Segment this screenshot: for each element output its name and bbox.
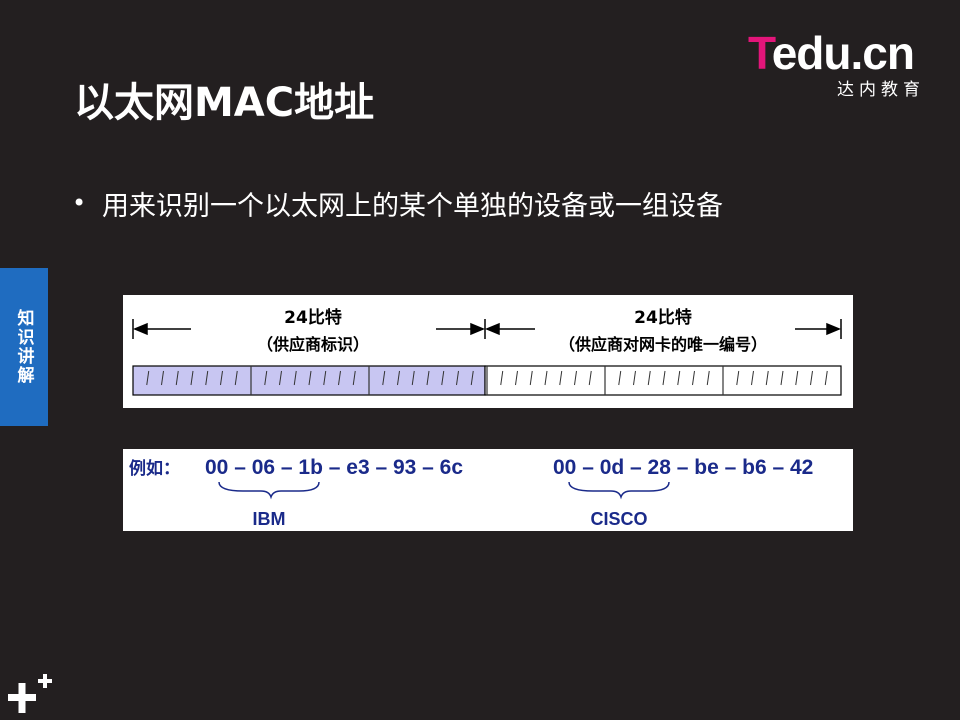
plus-icon bbox=[8, 674, 52, 713]
bullet-dot: • bbox=[72, 189, 87, 217]
logo-brand: Tedu.cn bbox=[748, 27, 915, 79]
bullet-text: 用来识别一个以太网上的某个单独的设备或一组设备 bbox=[102, 191, 723, 222]
logo-subtitle: 达内教育 bbox=[837, 80, 925, 100]
vendor-cisco: CISCO bbox=[590, 509, 647, 529]
vendor-ibm: IBM bbox=[253, 509, 286, 529]
mac-bit-diagram: 24比特 （供应商标识） 24比特 （供应商对网卡的唯一编号） bbox=[123, 295, 853, 408]
page-title: 以太网MAC地址 bbox=[74, 80, 375, 126]
left-desc-label: （供应商标识） bbox=[257, 335, 369, 354]
oui-bits-box bbox=[132, 365, 486, 396]
mac-example: 例如： 00 – 06 – 1b – e3 – 93 – 6c 00 – 0d … bbox=[123, 449, 853, 531]
nic-bits-box bbox=[484, 365, 842, 396]
side-tab[interactable]: 知识讲解 bbox=[0, 268, 48, 426]
tedu-logo: Tedu.cn 达内教育 bbox=[748, 27, 933, 100]
left-bits-label: 24比特 bbox=[284, 307, 342, 328]
cisco-brace bbox=[568, 481, 670, 500]
example-label: 例如： bbox=[129, 458, 180, 479]
right-bits-label: 24比特 bbox=[634, 307, 692, 328]
ibm-brace bbox=[218, 481, 320, 500]
slide: Tedu.cn 达内教育 以太网MAC地址 • 用来识别一个以太网上的某个单独的设… bbox=[0, 0, 960, 720]
mac-address-cisco: 00 – 0d – 28 – be – b6 – 42 bbox=[553, 456, 813, 479]
right-desc-label: （供应商对网卡的唯一编号） bbox=[559, 335, 767, 354]
bullet-item: • 用来识别一个以太网上的某个单独的设备或一组设备 bbox=[72, 184, 723, 223]
mac-address-ibm: 00 – 06 – 1b – e3 – 93 – 6c bbox=[205, 456, 463, 479]
